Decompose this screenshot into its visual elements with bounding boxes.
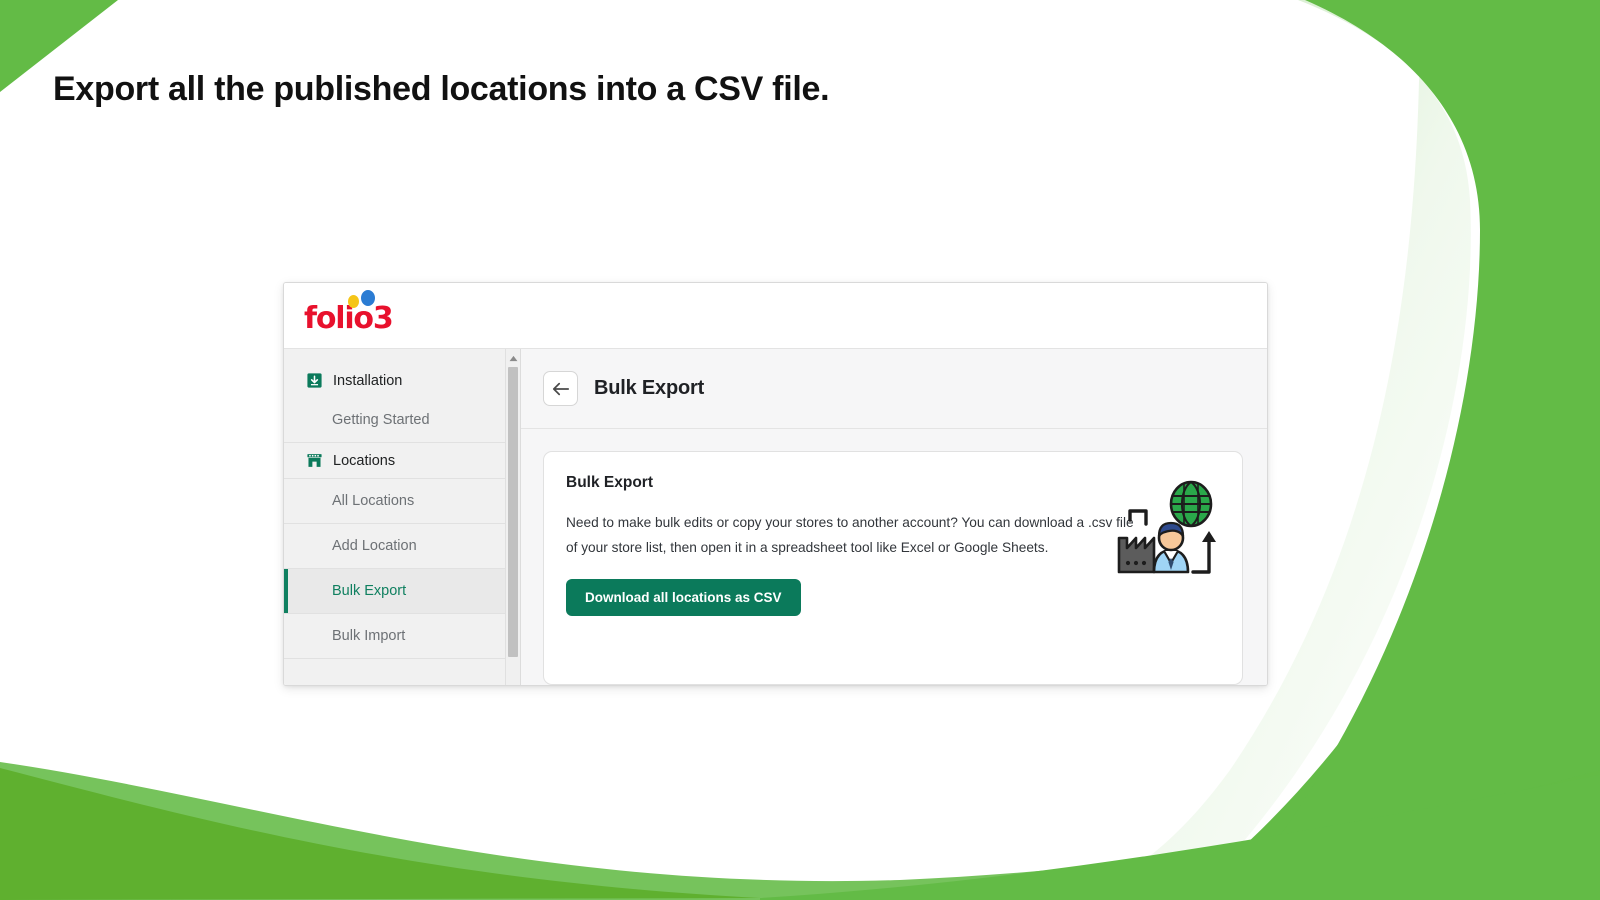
page-headline: Export all the published locations into … bbox=[53, 70, 830, 108]
shape-right-main bbox=[1230, 0, 1600, 900]
sidebar: Installation Getting Started Locations A… bbox=[284, 349, 521, 685]
sidebar-item-label: Add Location bbox=[332, 538, 417, 554]
bulk-export-card: Bulk Export Need to make bulk edits or c… bbox=[543, 451, 1243, 685]
back-button[interactable] bbox=[543, 371, 578, 406]
person-icon bbox=[1152, 521, 1190, 574]
logo-dot-blue-icon bbox=[361, 289, 375, 306]
storefront-icon bbox=[307, 454, 322, 467]
main-panel: Bulk Export Bulk Export Need to make bul… bbox=[521, 349, 1267, 685]
sidebar-scrollbar[interactable] bbox=[505, 349, 520, 685]
export-arrow-head bbox=[1202, 531, 1216, 542]
folio3-logo[interactable]: folio3 bbox=[304, 289, 394, 336]
page-title: Bulk Export bbox=[594, 377, 705, 399]
sidebar-item-bulk-export[interactable]: Bulk Export bbox=[284, 568, 505, 613]
page-header: Bulk Export bbox=[521, 349, 1267, 429]
shape-bottom-back bbox=[0, 762, 1600, 900]
global-export-illustration bbox=[1117, 480, 1216, 574]
sidebar-nav: Installation Getting Started Locations A… bbox=[284, 349, 505, 685]
sidebar-item-label: Getting Started bbox=[332, 412, 430, 428]
sidebar-item-getting-started[interactable]: Getting Started bbox=[284, 398, 505, 442]
logo-dot-yellow-icon bbox=[348, 294, 359, 308]
card-description: Need to make bulk edits or copy your sto… bbox=[566, 515, 1134, 555]
sidebar-section-label: Locations bbox=[333, 452, 396, 469]
scroll-up-arrow-icon[interactable] bbox=[506, 351, 520, 365]
shape-bottom-right bbox=[760, 775, 1600, 900]
logo-text: folio3 bbox=[304, 300, 394, 336]
brand-bar: folio3 bbox=[284, 283, 1267, 349]
sidebar-item-add-location[interactable]: Add Location bbox=[284, 523, 505, 568]
sidebar-section-installation[interactable]: Installation bbox=[284, 363, 505, 398]
pipe-hook-shape bbox=[1128, 509, 1148, 526]
scrollbar-thumb[interactable] bbox=[508, 367, 518, 657]
sidebar-item-label: Bulk Import bbox=[332, 628, 406, 644]
sidebar-item-label: All Locations bbox=[332, 493, 415, 509]
download-csv-button[interactable]: Download all locations as CSV bbox=[566, 578, 801, 616]
sidebar-section-label: Installation bbox=[333, 372, 403, 389]
app-window: folio3 Installation Getting Started Loca… bbox=[283, 282, 1268, 686]
globe-icon bbox=[1169, 480, 1213, 528]
shape-bottom-front bbox=[0, 768, 760, 900]
sidebar-section-locations[interactable]: Locations bbox=[284, 442, 505, 478]
sidebar-item-bulk-import[interactable]: Bulk Import bbox=[284, 613, 505, 659]
sidebar-item-all-locations[interactable]: All Locations bbox=[284, 478, 505, 523]
factory-icon bbox=[1117, 536, 1156, 574]
sidebar-item-label: Bulk Export bbox=[332, 583, 407, 599]
content-area: Bulk Export Need to make bulk edits or c… bbox=[521, 429, 1267, 685]
back-arrow-icon bbox=[552, 382, 569, 395]
install-download-icon bbox=[307, 373, 322, 388]
window-body: Installation Getting Started Locations A… bbox=[284, 349, 1267, 685]
